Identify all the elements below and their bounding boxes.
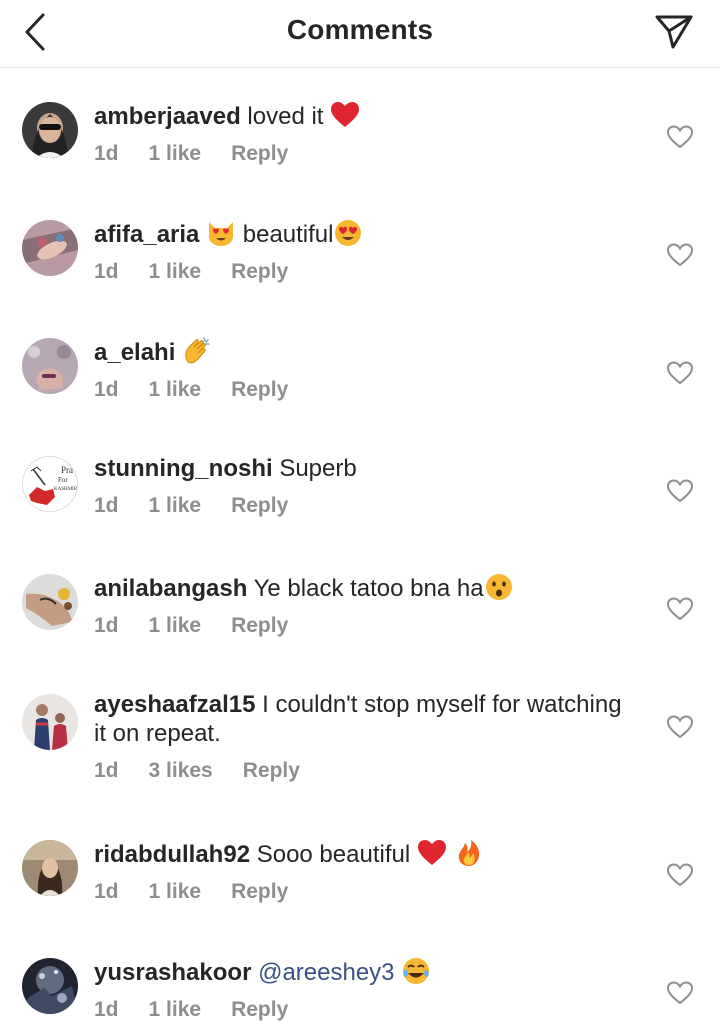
reply-button[interactable]: Reply [231, 494, 288, 518]
comment-likes[interactable]: 3 likes [149, 759, 213, 783]
comment-time: 1d [94, 614, 119, 637]
page-title: Comments [286, 14, 434, 45]
comment-meta: 1d 1 like Reply [94, 880, 640, 904]
comment-likes[interactable]: 1 like [149, 998, 202, 1022]
avatar-text-1: Pra [61, 465, 73, 475]
avatar[interactable] [22, 958, 78, 1014]
comment-username[interactable]: afifa_aria [94, 221, 199, 248]
comment-message: Ye black tatoo bna ha [247, 575, 484, 602]
comment-time: 1d [94, 759, 119, 782]
reply-button[interactable]: Reply [243, 759, 300, 783]
fire-emoji-icon [458, 840, 479, 866]
like-heart-icon[interactable] [666, 124, 694, 150]
share-button[interactable] [650, 10, 698, 54]
comments-header: Comments [0, 0, 720, 68]
comment-meta: 1d 1 like Reply [94, 998, 640, 1022]
comment-text: a_elahi [94, 336, 640, 367]
comment-text: ayeshaafzal15 I couldn't stop myself for… [94, 690, 640, 748]
like-heart-icon[interactable] [666, 596, 694, 622]
surprised-face-emoji-icon [485, 574, 512, 600]
comment-time: 1d [94, 998, 119, 1021]
avatar[interactable] [22, 102, 78, 158]
comment-meta: 1d 1 like Reply [94, 614, 640, 638]
comment-likes[interactable]: 1 like [149, 494, 202, 518]
reply-button[interactable]: Reply [231, 142, 288, 166]
comment-username[interactable]: stunning_noshi [94, 455, 273, 482]
red-heart-emoji-icon [417, 840, 446, 865]
like-heart-icon[interactable] [666, 980, 694, 1006]
comment-message: Sooo beautiful [250, 841, 417, 868]
comment-likes[interactable]: 1 like [149, 142, 202, 166]
comment-username[interactable]: ayeshaafzal15 [94, 691, 255, 718]
comment-username[interactable]: a_elahi [94, 339, 175, 366]
heart-eyes-cat-emoji-icon [209, 222, 234, 246]
reply-button[interactable]: Reply [231, 260, 288, 284]
comment-text: amberjaaved loved it [94, 100, 640, 131]
comment-meta: 1d 1 like Reply [94, 378, 640, 402]
heart-eyes-emoji-icon [335, 220, 362, 246]
comment-meta: 1d 1 like Reply [94, 494, 640, 518]
comment-time: 1d [94, 378, 119, 401]
paper-plane-icon [655, 15, 693, 49]
reply-button[interactable]: Reply [231, 880, 288, 904]
comment-text: yusrashakoor @areeshey3 [94, 956, 640, 987]
comment-time: 1d [94, 142, 119, 165]
comment-message: loved it [240, 103, 331, 130]
comment-meta: 1d 1 like Reply [94, 142, 640, 166]
comment-message [175, 339, 182, 366]
avatar[interactable] [22, 338, 78, 394]
comment-username[interactable]: amberjaaved [94, 103, 241, 130]
like-heart-icon[interactable] [666, 714, 694, 740]
comment-time: 1d [94, 260, 119, 283]
like-heart-icon[interactable] [666, 862, 694, 888]
comment-text: stunning_noshi Superb [94, 454, 640, 483]
reply-button[interactable]: Reply [231, 378, 288, 402]
tears-of-joy-emoji-icon [403, 958, 430, 984]
comment-username[interactable]: ridabdullah92 [94, 841, 250, 868]
like-heart-icon[interactable] [666, 242, 694, 268]
avatar[interactable]: Pra For KASHMIR [22, 456, 78, 512]
like-heart-icon[interactable] [666, 478, 694, 504]
comment-text: ridabdullah92 Sooo beautiful [94, 838, 640, 869]
avatar[interactable] [22, 220, 78, 276]
comment-meta: 1d 3 likes Reply [94, 759, 640, 783]
comment-message: beautiful [236, 221, 334, 248]
comment-text: afifa_aria beautiful [94, 218, 640, 249]
comment-likes[interactable]: 1 like [149, 378, 202, 402]
comment-username[interactable]: yusrashakoor [94, 959, 251, 986]
comment-meta: 1d 1 like Reply [94, 260, 640, 284]
comment-time: 1d [94, 880, 119, 903]
mention-link[interactable]: @areeshey3 [258, 959, 394, 986]
comment-message: Superb [272, 455, 357, 482]
avatar-text-3: KASHMIR [54, 487, 78, 492]
comment-time: 1d [94, 494, 119, 517]
comment-likes[interactable]: 1 like [149, 614, 202, 638]
comment-likes[interactable]: 1 like [149, 260, 202, 284]
like-heart-icon[interactable] [666, 360, 694, 386]
comment-username[interactable]: anilabangash [94, 575, 247, 602]
clapping-hands-emoji-icon [185, 337, 210, 364]
reply-button[interactable]: Reply [231, 614, 288, 638]
comment-likes[interactable]: 1 like [149, 880, 202, 904]
avatar[interactable] [22, 694, 78, 750]
comment-text: anilabangash Ye black tatoo bna ha [94, 572, 640, 603]
reply-button[interactable]: Reply [231, 998, 288, 1022]
avatar-text-2: For [58, 476, 68, 484]
avatar[interactable] [22, 840, 78, 896]
red-heart-emoji-icon [331, 102, 360, 127]
avatar[interactable] [22, 574, 78, 630]
